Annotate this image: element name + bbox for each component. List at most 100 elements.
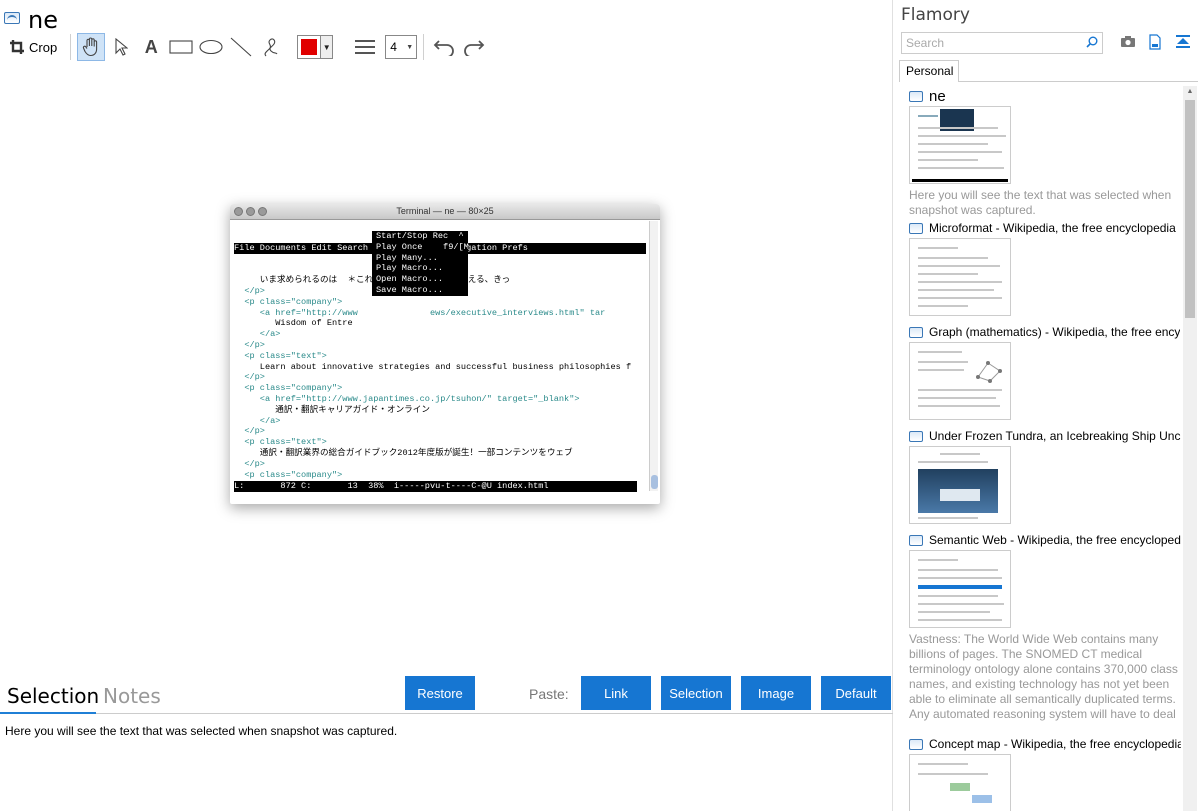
item-title: Microformat - Wikipedia, the free encycl… (929, 221, 1176, 235)
thumb-line (918, 559, 958, 561)
thumb-line (918, 569, 998, 571)
terminal-line: 通訳・翻訳キャリアガイド・オンライン (234, 404, 430, 415)
item-header: Semantic Web - Wikipedia, the free encyc… (909, 532, 1181, 548)
rectangle-tool-button[interactable] (167, 33, 195, 61)
item-thumbnail (909, 106, 1011, 184)
thumb-line (918, 143, 988, 145)
item-thumbnail (909, 754, 1011, 811)
item-title: Graph (mathematics) - Wikipedia, the fre… (929, 325, 1181, 339)
crop-label: Crop (29, 39, 58, 55)
terminal-line: <a href="http://www.japantimes.co.jp/tsu… (234, 393, 580, 404)
thumb-line (918, 305, 968, 307)
chevron-down-icon: ▼ (406, 43, 414, 51)
thumb-line (918, 281, 1002, 283)
paste-image-button[interactable]: Image (741, 676, 811, 710)
paste-selection-button[interactable]: Selection (661, 676, 731, 710)
terminal-line: Wisdom of Entre (234, 318, 353, 329)
thumb-line (918, 167, 1004, 169)
terminal-scroll-thumb (651, 475, 658, 489)
snapshot-image[interactable]: Terminal — ne — 80×25 File Documents Edi… (230, 204, 660, 504)
tab-divider (959, 81, 1198, 82)
ellipse-icon (199, 39, 223, 55)
document-icon[interactable] (1147, 34, 1163, 50)
macros-menu-item: Play Once f9/[M (376, 241, 469, 252)
item-thumbnail (909, 342, 1011, 420)
snapshot-icon (4, 12, 20, 24)
undo-button[interactable] (430, 33, 458, 61)
redo-button[interactable] (460, 33, 488, 61)
flamory-window: ne Crop A ▼ 4 ▼ Terminal — ne — 80×25 Fi… (0, 0, 1198, 811)
item-thumbnail (909, 238, 1011, 316)
snapshot-icon (909, 430, 923, 442)
list-item[interactable]: ne Here you will see the text that was s… (909, 88, 1181, 218)
tab-selection[interactable]: Selection (7, 684, 99, 708)
scroll-up-icon[interactable]: ▲ (1183, 86, 1197, 98)
collapse-to-top-icon[interactable] (1175, 34, 1191, 50)
toolbar-separator (70, 34, 72, 60)
snapshot-icon (909, 222, 923, 234)
tab-personal[interactable]: Personal (899, 60, 959, 82)
thumb-line (918, 773, 988, 775)
terminal-line: Learn about innovative strategies and su… (234, 361, 632, 372)
thumb-line (918, 595, 998, 597)
terminal-lines: いま求められるのは ＊これからの世界と仕事」を考える、きっ </p> <p cl… (234, 275, 646, 491)
thumb-line (918, 127, 998, 129)
crop-button[interactable]: Crop (4, 33, 62, 61)
item-header: ne (909, 87, 1181, 105)
macros-menu-item: Start/Stop Rec ^ (376, 231, 464, 241)
search-input[interactable]: Search (901, 32, 1103, 54)
restore-button[interactable]: Restore (405, 676, 475, 710)
ellipse-tool-button[interactable] (197, 33, 225, 61)
thumb-line (918, 351, 962, 353)
redo-icon (464, 40, 485, 56)
line-width-icon (355, 40, 376, 54)
sidebar-scrollbar[interactable]: ▲ (1183, 86, 1197, 811)
graph-diagram-thumbnail (976, 361, 1002, 383)
line-icon (230, 37, 252, 57)
camera-icon[interactable] (1120, 34, 1136, 50)
snapshot-icon (909, 90, 923, 102)
list-item[interactable]: Graph (mathematics) - Wikipedia, the fre… (909, 324, 1181, 420)
item-title: ne (929, 87, 946, 105)
thumb-line (918, 461, 988, 463)
paste-link-button[interactable]: Link (581, 676, 651, 710)
select-tool-button[interactable] (107, 33, 135, 61)
item-title: Semantic Web - Wikipedia, the free encyc… (929, 533, 1181, 547)
list-item[interactable]: Concept map - Wikipedia, the free encycl… (909, 736, 1181, 811)
hand-tool-button[interactable] (77, 33, 106, 61)
selection-text: Here you will see the text that was sele… (5, 724, 398, 738)
scroll-thumb[interactable] (1185, 100, 1195, 318)
list-item[interactable]: Microformat - Wikipedia, the free encycl… (909, 220, 1181, 316)
concept-map-node (950, 783, 970, 791)
snapshot-list: ne Here you will see the text that was s… (893, 86, 1183, 811)
snapshot-icon (909, 738, 923, 750)
list-item[interactable]: Semantic Web - Wikipedia, the free encyc… (909, 532, 1181, 722)
paste-default-button[interactable]: Default (821, 676, 891, 710)
freehand-tool-button[interactable] (257, 33, 285, 61)
thumb-line (918, 405, 1000, 407)
tab-notes[interactable]: Notes (103, 684, 161, 708)
thumb-line (940, 453, 980, 455)
annotation-toolbar: Crop A ▼ 4 ▼ (4, 32, 490, 62)
thumb-line (918, 397, 996, 399)
line-tool-button[interactable] (227, 33, 255, 61)
color-picker[interactable]: ▼ (297, 35, 334, 59)
terminal-line: <a href="http://www ews/executive_interv… (234, 307, 606, 318)
line-width-select[interactable]: 4 ▼ (385, 35, 418, 59)
line-width-button[interactable] (351, 33, 379, 61)
terminal-titlebar: Terminal — ne — 80×25 (230, 204, 660, 220)
thumb-line (918, 611, 990, 613)
terminal-line: 通訳・翻訳業界の総合ガイドブック2012年度版が誕生！一部コンテンツをウェブ (234, 447, 573, 458)
title-row: ne (4, 6, 58, 34)
pointer-icon (115, 38, 129, 56)
sidebar-title: Flamory (901, 5, 970, 25)
item-thumbnail (909, 550, 1011, 628)
item-description: Vastness: The World Wide Web contains ma… (909, 632, 1178, 721)
thumb-line (918, 289, 994, 291)
list-item[interactable]: Under Frozen Tundra, an Icebreaking Ship… (909, 428, 1181, 524)
item-title: Concept map - Wikipedia, the free encycl… (929, 737, 1181, 751)
chevron-down-icon: ▼ (320, 36, 333, 58)
macros-menu-item: Play Macro... (376, 263, 444, 274)
text-tool-icon: A (144, 36, 158, 57)
text-tool-button[interactable]: A (137, 33, 165, 61)
